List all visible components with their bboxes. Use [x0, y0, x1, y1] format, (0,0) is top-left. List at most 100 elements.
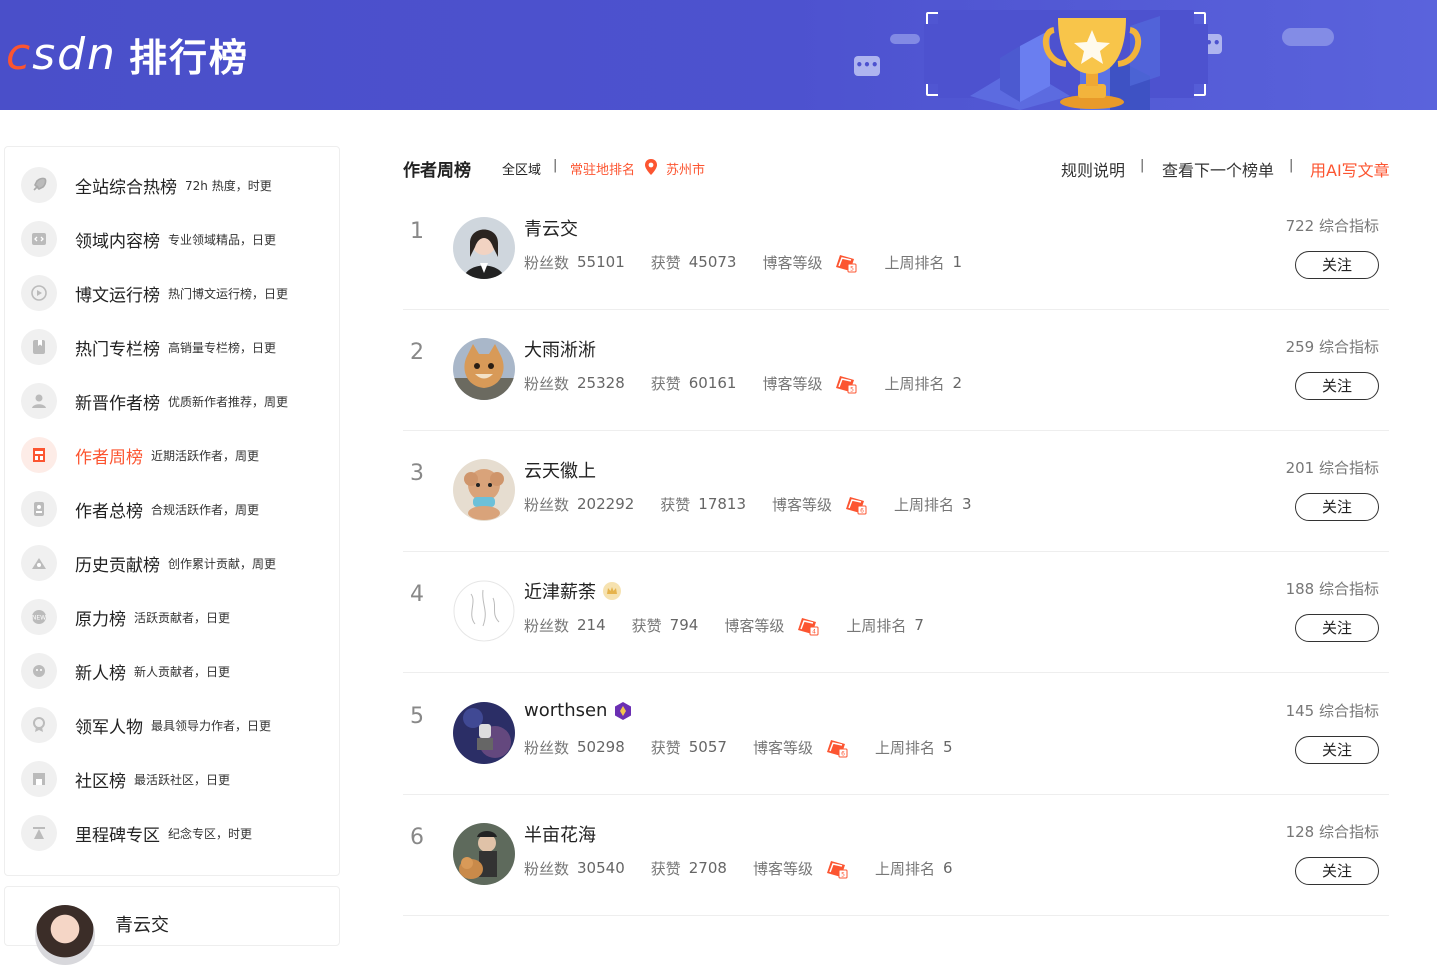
book-icon [21, 329, 57, 365]
user-icon [21, 383, 57, 419]
author-stats: 粉丝数 202292 获赞 17813 博客等级 6 上周排名 3 [524, 495, 972, 515]
sidebar-item-total[interactable]: 作者总榜 合规活跃作者，周更 [21, 489, 259, 529]
table-row: 1 青云交 粉丝数 55101 获赞 45073 博客等级 5 上周排名 1 722 … [403, 189, 1389, 310]
rank-number: 2 [410, 340, 424, 365]
trophy-icon [1043, 18, 1141, 109]
follow-button[interactable]: 关注 [1295, 493, 1379, 521]
author-stats: 粉丝数 55101 获赞 45073 博客等级 5 上周排名 1 [524, 253, 963, 273]
location-pin-icon [645, 159, 657, 175]
medal-icon [21, 707, 57, 743]
author-name[interactable]: 半亩花海 [524, 821, 596, 847]
author-stats: 粉丝数 50298 获赞 5057 博客等级 6 上周排名 5 [524, 738, 953, 758]
blog-level-icon: 4 [798, 618, 819, 636]
ranking-title: 作者周榜 [403, 161, 471, 181]
svg-text:NEW: NEW [32, 615, 46, 622]
sidebar-item-new-author[interactable]: 新晋作者榜 优质新作者推荐，周更 [21, 381, 288, 421]
sidebar-item-hot[interactable]: 全站综合热榜 72h 热度，时更 [21, 165, 272, 205]
svg-text:5: 5 [851, 387, 855, 394]
blog-level-icon: 5 [836, 376, 857, 394]
author-name[interactable]: 大雨淅淅 [524, 336, 596, 362]
sidebar-item-weekly[interactable]: 作者周榜 近期活跃作者，周更 [21, 435, 259, 475]
avatar[interactable] [453, 459, 515, 521]
profile-name: 青云交 [115, 915, 169, 936]
follow-button[interactable]: 关注 [1295, 736, 1379, 764]
blog-level-icon: 6 [826, 740, 848, 758]
follow-button[interactable]: 关注 [1295, 372, 1379, 400]
divider: | [1289, 158, 1294, 173]
table-row: 4 近津薪荼 粉丝数 214 获赞 794 博客等级 4 上周排名 7 188 综合指… [403, 552, 1389, 673]
follow-button[interactable]: 关注 [1295, 614, 1379, 642]
rank-number: 1 [410, 219, 424, 244]
header-banner: csdn 排行榜 ••• ••• [0, 0, 1437, 110]
code-icon [21, 221, 57, 257]
author-name[interactable]: 云天徽上 [524, 457, 596, 483]
community-icon [21, 761, 57, 797]
avatar [35, 905, 95, 965]
avatar[interactable] [453, 580, 515, 642]
avatar[interactable] [453, 338, 515, 400]
rank-number: 4 [410, 582, 424, 607]
table-row: 6 半亩花海 粉丝数 30540 获赞 2708 博客等级 5 上周排名 6 128 … [403, 795, 1389, 916]
csdn-logo[interactable]: csdn 排行榜 [6, 28, 249, 80]
filter-all-regions[interactable]: 全区域 [502, 159, 541, 178]
blog-level-icon: 6 [846, 497, 867, 515]
rank-number: 6 [410, 825, 424, 850]
ai-write-link[interactable]: 用AI写文章 [1310, 157, 1390, 181]
composite-score: 259 综合指标 [1285, 338, 1379, 356]
composite-score: 128 综合指标 [1285, 823, 1379, 841]
follow-button[interactable]: 关注 [1295, 857, 1379, 885]
sidebar-item-blog[interactable]: 博文运行榜 热门博文运行榜，日更 [21, 273, 288, 313]
blog-level-icon: 5 [836, 255, 857, 273]
svg-text:4: 4 [812, 629, 816, 636]
chat-bubble-icon: ••• [854, 56, 880, 76]
follow-button[interactable]: 关注 [1295, 251, 1379, 279]
rules-link[interactable]: 规则说明 [1061, 157, 1125, 181]
sidebar: 全站综合热榜 72h 热度，时更 领域内容榜 专业领域精品，日更 博文运行榜 热… [4, 146, 340, 876]
sidebar-item-history[interactable]: 历史贡献榜 创作累计贡献，周更 [21, 543, 276, 583]
author-stats: 粉丝数 214 获赞 794 博客等级 4 上周排名 7 [524, 616, 924, 636]
table-row: 3 云天徽上 粉丝数 202292 获赞 17813 博客等级 6 上周排名 3 20… [403, 431, 1389, 552]
calendar-icon [21, 437, 57, 473]
table-row: 2 大雨淅淅 粉丝数 25328 获赞 60161 博客等级 5 上周排名 2 259… [403, 310, 1389, 431]
play-icon [21, 275, 57, 311]
table-row: 5 worthsen 粉丝数 50298 获赞 5057 博客等级 6 上周排名 5 … [403, 674, 1389, 795]
author-name[interactable]: 青云交 [524, 215, 578, 241]
sidebar-item-milestone[interactable]: 里程碑专区 纪念专区，时更 [21, 813, 252, 853]
logo-text: csdn [6, 28, 117, 80]
profile-card[interactable]: 青云交 [4, 886, 340, 965]
milestone-icon [21, 815, 57, 851]
author-name[interactable]: 近津薪荼 [524, 578, 622, 604]
sidebar-item-community[interactable]: 社区榜 最活跃社区，日更 [21, 759, 230, 799]
svg-text:6: 6 [841, 751, 845, 758]
sidebar-item-column[interactable]: 热门专栏榜 高销量专栏榜，日更 [21, 327, 276, 367]
sidebar-item-newbie[interactable]: 新人榜 新人贡献者，日更 [21, 651, 230, 691]
composite-score: 201 综合指标 [1285, 459, 1379, 477]
divider: | [1140, 158, 1145, 173]
page-title: 排行榜 [128, 35, 249, 80]
divider: | [553, 158, 558, 173]
rocket-icon [21, 167, 57, 203]
filter-resident[interactable]: 常驻地排名 [570, 159, 635, 178]
hexagon-badge-icon [615, 701, 632, 720]
contribution-icon [21, 545, 57, 581]
avatar[interactable] [453, 217, 515, 279]
avatar[interactable] [453, 823, 515, 885]
filter-city[interactable]: 苏州市 [666, 159, 705, 178]
author-name[interactable]: worthsen [524, 700, 633, 721]
sidebar-item-domain[interactable]: 领域内容榜 专业领域精品，日更 [21, 219, 276, 259]
author-stats: 粉丝数 30540 获赞 2708 博客等级 5 上周排名 6 [524, 859, 953, 879]
composite-score: 145 综合指标 [1285, 702, 1379, 720]
svg-text:6: 6 [860, 508, 864, 515]
svg-text:5: 5 [841, 872, 845, 879]
avatar[interactable] [453, 702, 515, 764]
next-list-link[interactable]: 查看下一个榜单 [1162, 157, 1274, 181]
rank-number: 5 [410, 704, 424, 729]
cloud-icon [890, 34, 920, 44]
crown-badge-icon [603, 582, 621, 600]
sidebar-item-force[interactable]: NEW 原力榜 活跃贡献者，日更 [21, 597, 230, 637]
sidebar-item-leader[interactable]: 领军人物 最具领导力作者，日更 [21, 705, 271, 745]
composite-score: 188 综合指标 [1285, 580, 1379, 598]
author-stats: 粉丝数 25328 获赞 60161 博客等级 5 上周排名 2 [524, 374, 963, 394]
force-icon: NEW [21, 599, 57, 635]
cloud-icon [1282, 28, 1334, 46]
